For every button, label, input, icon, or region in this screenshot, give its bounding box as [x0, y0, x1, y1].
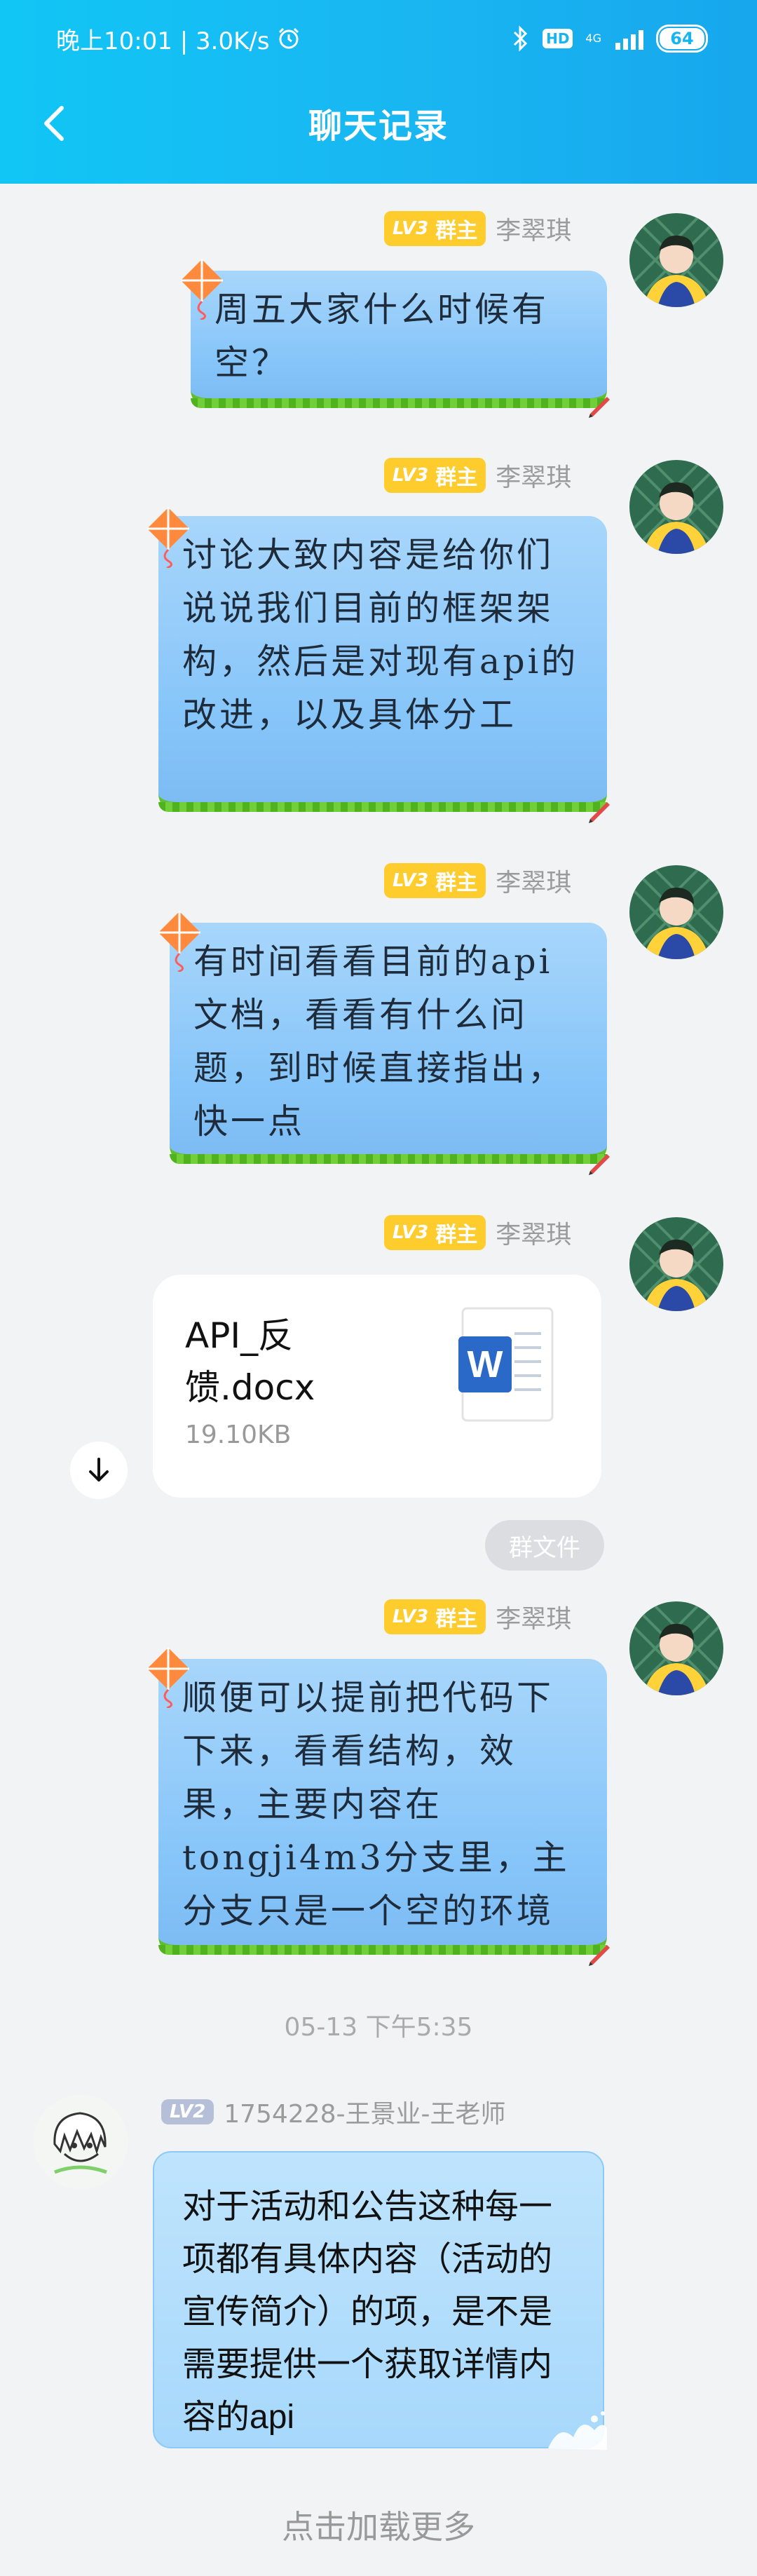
avatar[interactable]: [629, 213, 723, 307]
role-label: 群主: [435, 1223, 478, 1247]
back-arrow-icon[interactable]: [34, 102, 76, 144]
grass-decoration: [170, 1154, 607, 1164]
kite-icon: [181, 259, 223, 320]
level-label: LV2: [170, 2101, 206, 2122]
message-meta: LV3 群主 李翠琪: [384, 1599, 571, 1635]
message-text: 顺便可以提前把代码下下来，看看结构，效果，主要内容在tongji4m3分支里，主…: [182, 1678, 570, 1931]
pencil-icon: [589, 1154, 610, 1175]
status-right: HD 4G 64: [512, 25, 708, 53]
role-label: 群主: [435, 1607, 478, 1632]
avatar[interactable]: [629, 1601, 723, 1695]
network-type: 4G: [585, 32, 601, 45]
level-badge: LV3 群主: [384, 458, 486, 493]
grass-decoration: [158, 1945, 607, 1955]
avatar[interactable]: [34, 2095, 128, 2189]
level-badge: LV3 群主: [384, 1215, 486, 1250]
level-badge: LV3 群主: [384, 863, 486, 898]
level-badge: LV3 群主: [384, 211, 486, 246]
avatar[interactable]: [629, 865, 723, 959]
status-time: 晚上10:01 | 3.0K/s: [56, 27, 270, 55]
battery-icon: 64: [656, 25, 708, 53]
message-bubble[interactable]: 对于活动和公告这种每一项都有具体内容（活动的宣传简介）的项，是不是需要提供一个获…: [153, 2151, 607, 2450]
page-title: 聊天记录: [308, 107, 449, 146]
message-text: 周五大家什么时候有空？: [214, 290, 550, 383]
message-meta: LV3 群主 李翠琪: [384, 862, 571, 899]
level-label: LV3: [393, 465, 429, 486]
wave-decoration-icon: [548, 2411, 607, 2450]
level-badge: LV2: [161, 2099, 214, 2124]
kite-icon: [147, 1648, 189, 1708]
role-label: 群主: [435, 466, 478, 490]
word-document-icon: W: [458, 1307, 554, 1422]
pencil-icon: [589, 397, 610, 418]
level-label: LV3: [393, 1222, 429, 1243]
file-card[interactable]: API_反馈.docx 19.10KB W: [153, 1275, 601, 1498]
grass-decoration: [158, 802, 607, 812]
alarm-clock-icon: [278, 27, 299, 49]
file-name: API_反馈.docx: [185, 1315, 315, 1408]
message-bubble[interactable]: 讨论大致内容是给你们说说我们目前的框架架构，然后是对现有api的改进，以及具体分…: [158, 516, 607, 812]
message-text: 有时间看看目前的api文档，看看有什么问题，到时候直接指出，快一点: [193, 942, 566, 1141]
sender-name: 李翠琪: [496, 217, 572, 245]
avatar[interactable]: [629, 460, 723, 554]
timestamp: 05-13 下午5:35: [284, 2013, 473, 2042]
avatar[interactable]: [629, 1217, 723, 1311]
role-label: 群主: [435, 871, 478, 895]
load-more-button[interactable]: 点击加载更多: [0, 2502, 757, 2548]
message-bubble[interactable]: 有时间看看目前的api文档，看看有什么问题，到时候直接指出，快一点: [170, 923, 607, 1164]
group-file-tag[interactable]: 群文件: [485, 1520, 604, 1571]
message-text: 对于活动和公告这种每一项都有具体内容（活动的宣传简介）的项，是不是需要提供一个获…: [182, 2188, 553, 2436]
bluetooth-icon: [514, 25, 528, 52]
pencil-icon: [589, 1945, 610, 1966]
pencil-icon: [589, 802, 610, 823]
message-meta: LV2 1754228-王景业-王老师: [161, 2094, 506, 2130]
download-arrow-icon: [89, 1458, 109, 1482]
level-label: LV3: [393, 870, 429, 891]
status-left: 晚上10:01 | 3.0K/s: [56, 22, 301, 56]
sender-name: 李翠琪: [496, 1221, 572, 1249]
kite-icon: [147, 508, 189, 568]
battery-level: 64: [670, 29, 694, 48]
grass-decoration: [191, 398, 607, 408]
message-meta: LV3 群主 李翠琪: [384, 1214, 571, 1251]
hd-badge: HD: [543, 29, 573, 48]
signal-icon: [615, 27, 643, 50]
message-meta: LV3 群主 李翠琪: [384, 457, 571, 494]
role-label: 群主: [435, 219, 478, 243]
level-badge: LV3 群主: [384, 1599, 486, 1634]
level-label: LV3: [393, 218, 429, 239]
sender-name: 李翠琪: [496, 869, 572, 897]
message-bubble[interactable]: 顺便可以提前把代码下下来，看看结构，效果，主要内容在tongji4m3分支里，主…: [158, 1659, 607, 1955]
message-bubble[interactable]: 周五大家什么时候有空？: [191, 271, 607, 408]
header-bar: 晚上10:01 | 3.0K/s HD 4G 64 聊天记录: [0, 0, 757, 184]
download-button[interactable]: [70, 1442, 128, 1499]
message-meta: LV3 群主 李翠琪: [384, 210, 571, 247]
sender-name: 李翠琪: [496, 1605, 572, 1634]
sender-name: 1754228-王景业-王老师: [224, 2100, 506, 2129]
file-size: 19.10KB: [185, 1421, 292, 1449]
level-label: LV3: [393, 1606, 429, 1627]
nav-bar: 聊天记录: [0, 84, 757, 161]
kite-icon: [158, 911, 200, 972]
status-bar: 晚上10:01 | 3.0K/s HD 4G 64: [0, 0, 757, 77]
svg-text:W: W: [468, 1343, 503, 1385]
sender-name: 李翠琪: [496, 463, 572, 492]
message-text: 讨论大致内容是给你们说说我们目前的框架架构，然后是对现有api的改进，以及具体分…: [182, 535, 579, 735]
